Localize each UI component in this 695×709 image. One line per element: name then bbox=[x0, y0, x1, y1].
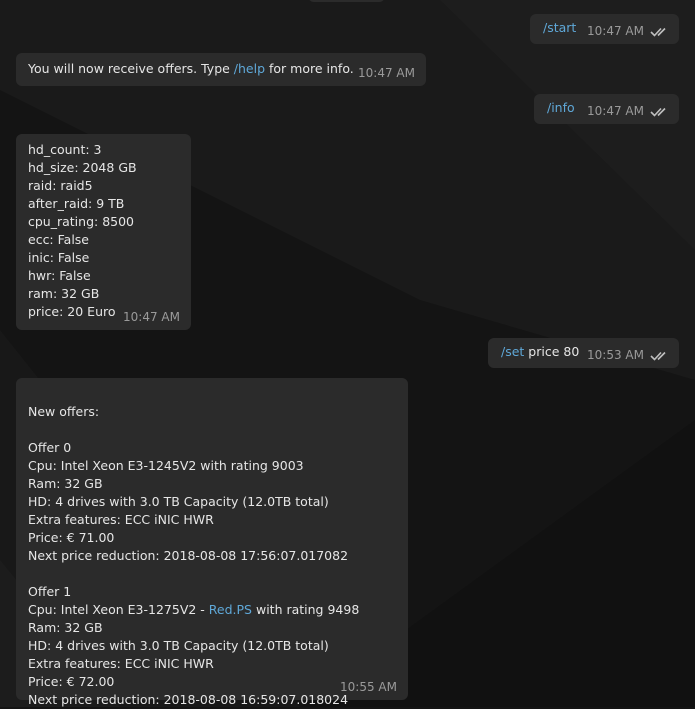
outgoing-message-set-price[interactable]: /set price 80 10:53 AM bbox=[488, 338, 679, 368]
incoming-message-info-result: hd_count: 3 hd_size: 2048 GB raid: raid5… bbox=[16, 134, 191, 330]
message-time: 10:55 AM bbox=[340, 680, 397, 694]
message-time: 10:47 AM bbox=[358, 66, 415, 80]
message-time: 10:47 AM bbox=[587, 104, 644, 118]
message-time: 10:47 AM bbox=[587, 24, 644, 38]
command-link-info[interactable]: /info bbox=[547, 99, 575, 117]
double-check-icon bbox=[650, 107, 666, 117]
outgoing-message-info[interactable]: /info 10:47 AM bbox=[534, 94, 679, 124]
double-check-icon bbox=[650, 351, 666, 361]
incoming-message-offers: New offers: Offer 0 Cpu: Intel Xeon E3-1… bbox=[16, 378, 408, 707]
double-check-icon bbox=[650, 27, 666, 37]
message-text: /set price 80 bbox=[501, 344, 580, 359]
command-link-help[interactable]: /help bbox=[234, 61, 265, 76]
message-text: hd_count: 3 hd_size: 2048 GB raid: raid5… bbox=[28, 142, 137, 319]
link-red-ps[interactable]: Red.PS bbox=[209, 602, 252, 617]
command-link-start[interactable]: /start bbox=[543, 19, 576, 37]
outgoing-message-start[interactable]: /start 10:47 AM bbox=[530, 14, 679, 44]
date-pill bbox=[308, 0, 385, 2]
message-text: You will now receive offers. Type /help … bbox=[28, 61, 354, 76]
command-link-set[interactable]: /set bbox=[501, 344, 524, 359]
message-time: 10:53 AM bbox=[587, 348, 644, 362]
message-text: New offers: Offer 0 Cpu: Intel Xeon E3-1… bbox=[28, 404, 360, 707]
incoming-message-help: You will now receive offers. Type /help … bbox=[16, 53, 426, 86]
message-time: 10:47 AM bbox=[123, 310, 180, 324]
